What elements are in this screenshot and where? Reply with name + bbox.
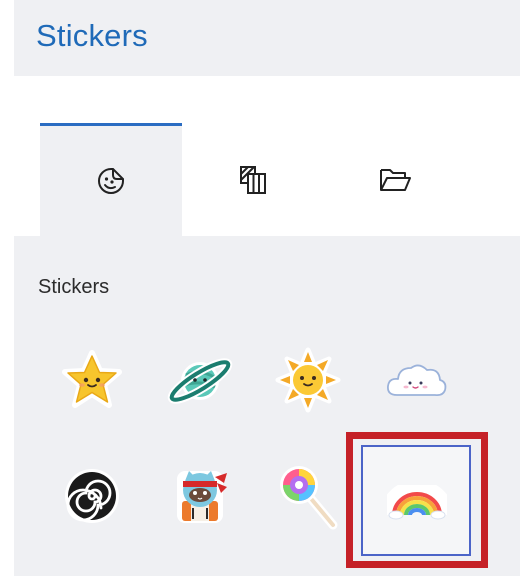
sticker-star[interactable]: [52, 340, 132, 420]
sticker-lollipop[interactable]: [268, 456, 348, 536]
sticker-spiral[interactable]: [52, 456, 132, 536]
rainbow-sticker-icon: [387, 485, 447, 520]
tab-textures[interactable]: [182, 123, 324, 236]
lollipop-sticker-icon: [280, 466, 338, 530]
textures-icon: [240, 165, 266, 194]
sticker-rainbow[interactable]: [361, 445, 471, 556]
sticker-smiley-icon: [98, 168, 124, 194]
sticker-planet[interactable]: [160, 340, 240, 420]
sun-sticker-icon: [275, 347, 341, 413]
tab-bar: [14, 123, 520, 236]
ninja-cat-sticker-icon: [177, 471, 227, 523]
sticker-ninja-cat[interactable]: [160, 456, 240, 536]
star-sticker-icon: [62, 350, 122, 408]
section-title: Stickers: [38, 276, 110, 298]
sticker-cloud[interactable]: [376, 340, 456, 420]
planet-sticker-icon: [167, 358, 233, 404]
page-title: Stickers: [36, 18, 148, 53]
tab-folder[interactable]: [324, 123, 466, 236]
folder-open-icon: [380, 168, 411, 191]
spiral-sticker-icon: [65, 469, 119, 523]
tab-stickers[interactable]: [40, 123, 182, 236]
header-bar: Stickers: [14, 0, 520, 76]
sticker-sun[interactable]: [268, 340, 348, 420]
cloud-sticker-icon: [387, 364, 447, 397]
